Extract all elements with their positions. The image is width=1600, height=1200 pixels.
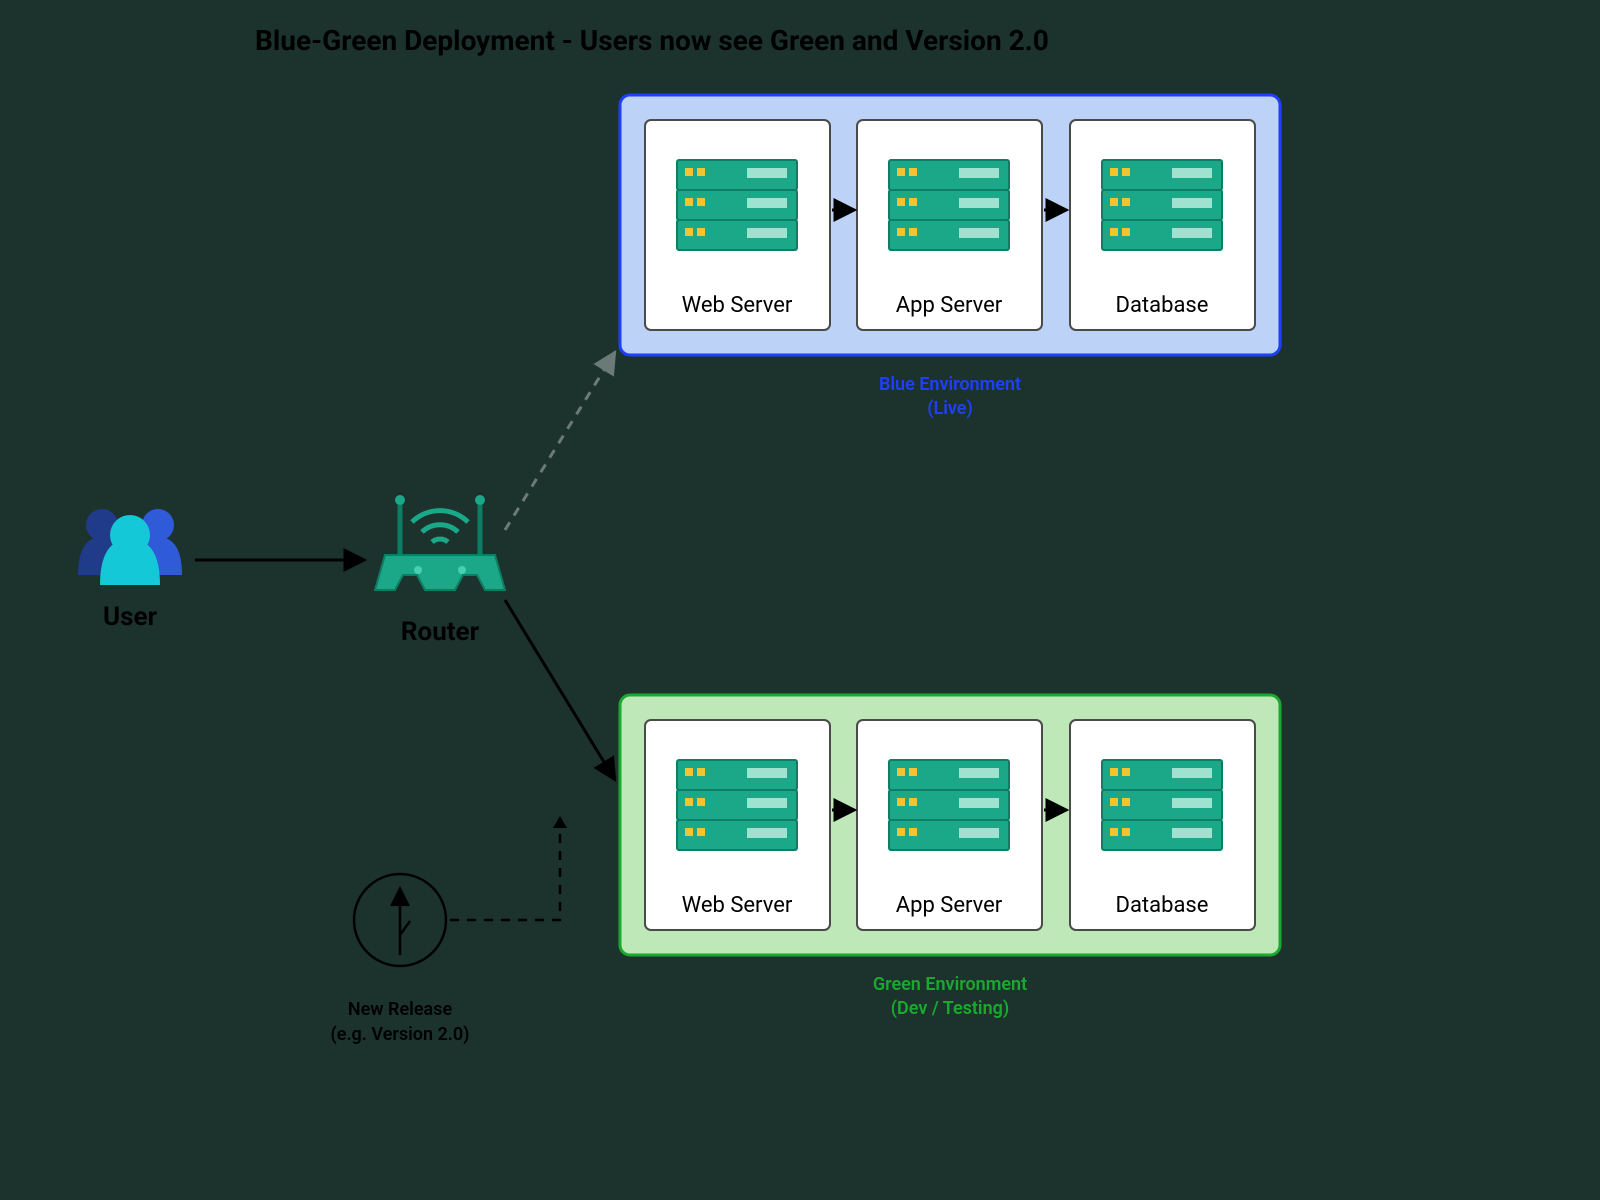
- green-env-label: Green Environment: [873, 974, 1027, 995]
- blue-web-server: Web Server: [645, 120, 830, 330]
- blue-database: Database: [1070, 120, 1255, 330]
- release-label-1: New Release: [348, 999, 453, 1020]
- arrow-router-blue: [505, 352, 615, 530]
- blue-environment: Web Server App Server Database Blue Envi…: [620, 95, 1280, 419]
- router-node: Router: [375, 495, 505, 647]
- svg-text:Database: Database: [1116, 893, 1209, 918]
- arrow-release-green: [450, 818, 560, 920]
- release-label-2: (e.g. Version 2.0): [331, 1024, 470, 1045]
- svg-text:App Server: App Server: [896, 293, 1003, 318]
- svg-text:App Server: App Server: [896, 893, 1003, 918]
- new-release: New Release (e.g. Version 2.0): [331, 874, 470, 1045]
- arrow-router-green: [505, 600, 615, 780]
- blue-env-sub: (Live): [927, 398, 973, 419]
- green-web-server: Web Server: [645, 720, 830, 930]
- green-database: Database: [1070, 720, 1255, 930]
- arrow-release-green-head: [553, 816, 567, 828]
- green-env-sub: (Dev / Testing): [891, 998, 1009, 1019]
- blue-app-server: App Server: [857, 120, 1042, 330]
- green-app-server: App Server: [857, 720, 1042, 930]
- diagram-title: Blue-Green Deployment - Users now see Gr…: [255, 24, 1049, 57]
- green-environment: Web Server App Server Database Green Env…: [620, 695, 1280, 1019]
- svg-text:Database: Database: [1116, 293, 1209, 318]
- user-label: User: [103, 602, 158, 632]
- svg-text:Web Server: Web Server: [682, 893, 793, 918]
- router-label: Router: [401, 617, 480, 647]
- blue-env-label: Blue Environment: [879, 374, 1021, 395]
- user-node: User: [78, 509, 182, 632]
- svg-text:Web Server: Web Server: [682, 293, 793, 318]
